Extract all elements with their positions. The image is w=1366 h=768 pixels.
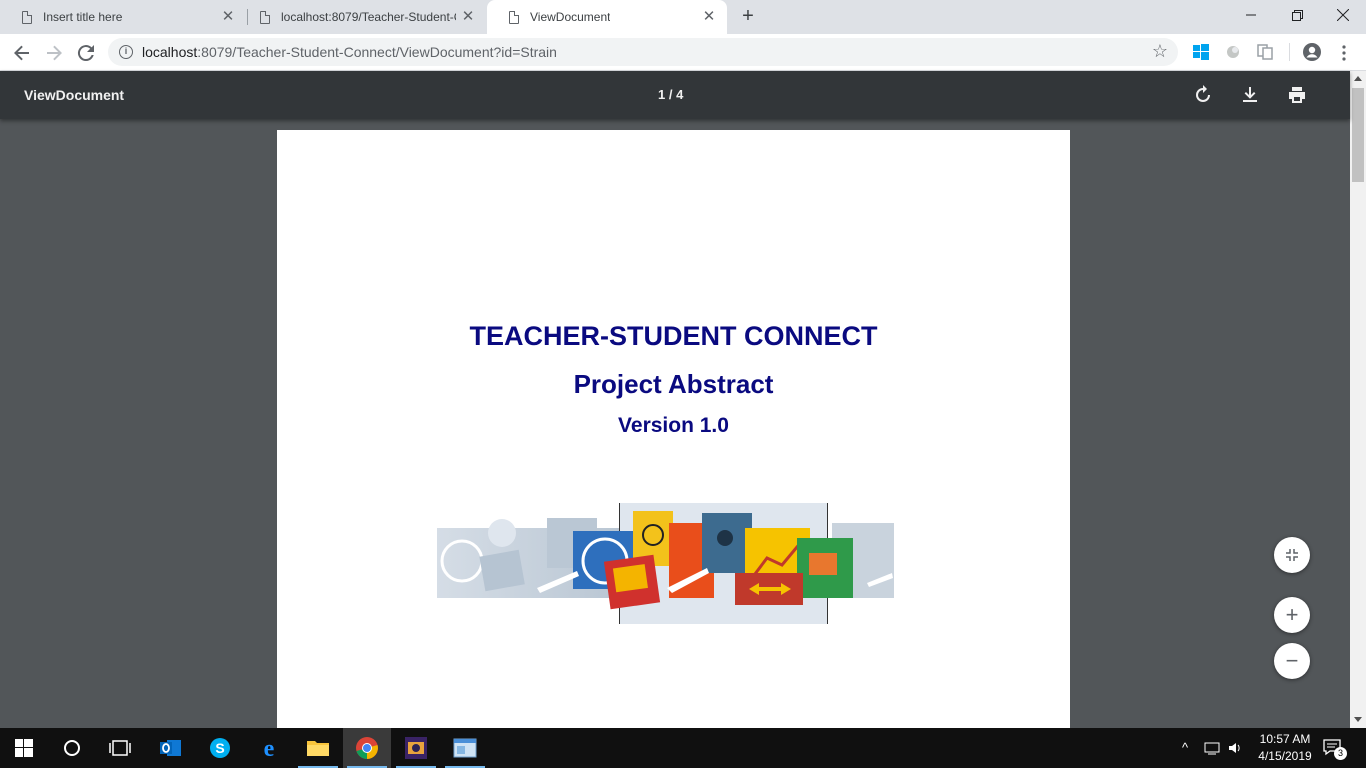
taskbar-skype[interactable]: S	[196, 728, 244, 768]
svg-text:S: S	[215, 740, 224, 756]
close-window-button[interactable]	[1320, 0, 1366, 30]
new-tab-button[interactable]: +	[738, 6, 758, 26]
taskbar-chrome[interactable]	[343, 728, 391, 768]
document-icon	[22, 10, 32, 24]
minus-icon: −	[1285, 648, 1299, 673]
close-icon[interactable]: ✕	[220, 9, 236, 25]
tab-insert-title[interactable]: Insert title here ✕	[0, 0, 246, 34]
close-icon[interactable]: ✕	[701, 9, 717, 25]
edge-icon: e	[264, 736, 275, 760]
current-page[interactable]: 1	[658, 87, 665, 102]
address-bar[interactable]: i localhost:8079/Teacher-Student-Connect…	[108, 38, 1178, 66]
more-vert-icon	[1342, 45, 1346, 61]
windows-taskbar: S e ^ 10:57 AM 4/15/2019 3	[0, 728, 1366, 768]
zoom-out-button[interactable]: −	[1274, 643, 1310, 679]
pdf-viewer[interactable]: TEACHER-STUDENT CONNECT Project Abstract…	[0, 119, 1350, 728]
fit-page-icon	[1286, 549, 1298, 561]
volume-icon[interactable]	[1227, 740, 1243, 756]
profile-avatar-icon[interactable]	[1302, 42, 1322, 62]
back-button[interactable]	[10, 41, 34, 65]
minimize-button[interactable]	[1228, 0, 1274, 30]
toolbar-divider	[1289, 43, 1290, 61]
restore-button[interactable]	[1274, 0, 1320, 30]
fit-to-page-button[interactable]	[1274, 537, 1310, 573]
sphere-extension-icon[interactable]	[1224, 43, 1242, 61]
outlook-icon	[160, 740, 181, 756]
info-icon[interactable]: i	[119, 45, 133, 59]
clock-date: 4/15/2019	[1258, 749, 1312, 763]
close-icon[interactable]: ✕	[460, 9, 476, 25]
clock-time: 10:57 AM	[1259, 732, 1311, 746]
task-view-icon	[109, 740, 131, 756]
zoom-in-button[interactable]: +	[1274, 597, 1310, 633]
arrow-left-icon	[14, 45, 29, 61]
taskbar-edge[interactable]: e	[245, 728, 293, 768]
document-heading: TEACHER-STUDENT CONNECT	[469, 321, 878, 351]
forward-button[interactable]	[42, 41, 66, 65]
svg-text:e: e	[264, 736, 275, 760]
vertical-scrollbar[interactable]	[1350, 71, 1366, 728]
copy-extension-icon[interactable]	[1256, 43, 1274, 61]
document-subheading: Project Abstract	[573, 369, 774, 399]
cortana-circle-icon	[64, 740, 80, 756]
browser-toolbar: i localhost:8079/Teacher-Student-Connect…	[0, 34, 1366, 71]
bookmark-star-icon[interactable]: ☆	[1152, 41, 1168, 62]
system-clock[interactable]: 10:57 AM 4/15/2019	[1252, 731, 1318, 765]
restore-icon	[1291, 9, 1303, 21]
plus-icon: +	[1285, 602, 1299, 627]
tab-localhost[interactable]: localhost:8079/Teacher-Student-C ✕	[238, 0, 486, 34]
print-icon[interactable]	[1285, 83, 1309, 107]
minimize-icon	[1246, 14, 1256, 16]
network-icon[interactable]	[1204, 740, 1220, 756]
menu-button[interactable]	[1332, 41, 1356, 65]
eclipse-ide-icon	[405, 737, 427, 759]
windows-logo-icon	[15, 739, 33, 757]
tab-strip: Insert title here ✕ localhost:8079/Teach…	[0, 0, 1366, 34]
scrollbar-thumb[interactable]	[1352, 88, 1364, 182]
document-version: Version 1.0	[618, 414, 729, 437]
taskbar-app[interactable]	[441, 728, 489, 768]
taskbar-eclipse[interactable]	[392, 728, 440, 768]
folder-icon	[307, 741, 329, 756]
chrome-icon	[356, 737, 378, 759]
search-button[interactable]	[48, 728, 96, 768]
windows-extension-icon[interactable]	[1192, 43, 1210, 61]
reload-button[interactable]	[74, 41, 98, 65]
tab-title: localhost:8079/Teacher-Student-C	[281, 10, 456, 24]
action-center-button[interactable]: 3	[1322, 738, 1347, 760]
scroll-down-arrow-icon[interactable]	[1354, 717, 1362, 722]
notification-count-badge: 3	[1334, 747, 1347, 760]
task-view-button[interactable]	[96, 728, 144, 768]
pdf-document-title: ViewDocument	[24, 87, 125, 103]
collage-image	[437, 503, 894, 624]
document-icon	[509, 10, 519, 24]
document-icon	[260, 10, 270, 24]
tab-title: Insert title here	[43, 10, 123, 24]
pdf-toolbar: ViewDocument 1 / 4	[0, 71, 1350, 119]
rotate-icon[interactable]	[1191, 83, 1215, 107]
tab-viewdocument[interactable]: ViewDocument ✕	[487, 0, 727, 34]
page-indicator: 1 / 4	[658, 87, 684, 102]
close-icon	[1337, 9, 1349, 21]
taskbar-file-explorer[interactable]	[294, 728, 342, 768]
start-button[interactable]	[0, 728, 48, 768]
tab-title: ViewDocument	[530, 10, 611, 24]
download-icon[interactable]	[1238, 83, 1262, 107]
scroll-up-arrow-icon[interactable]	[1354, 76, 1362, 81]
pdf-page: TEACHER-STUDENT CONNECT Project Abstract…	[277, 130, 1070, 728]
window-app-icon	[453, 738, 477, 758]
skype-icon: S	[210, 738, 230, 758]
show-hidden-icons-chevron-icon[interactable]: ^	[1182, 740, 1188, 755]
arrow-right-icon	[47, 45, 62, 61]
taskbar-outlook[interactable]	[147, 728, 195, 768]
reload-icon	[77, 45, 94, 62]
url-text[interactable]: localhost:8079/Teacher-Student-Connect/V…	[142, 44, 557, 60]
